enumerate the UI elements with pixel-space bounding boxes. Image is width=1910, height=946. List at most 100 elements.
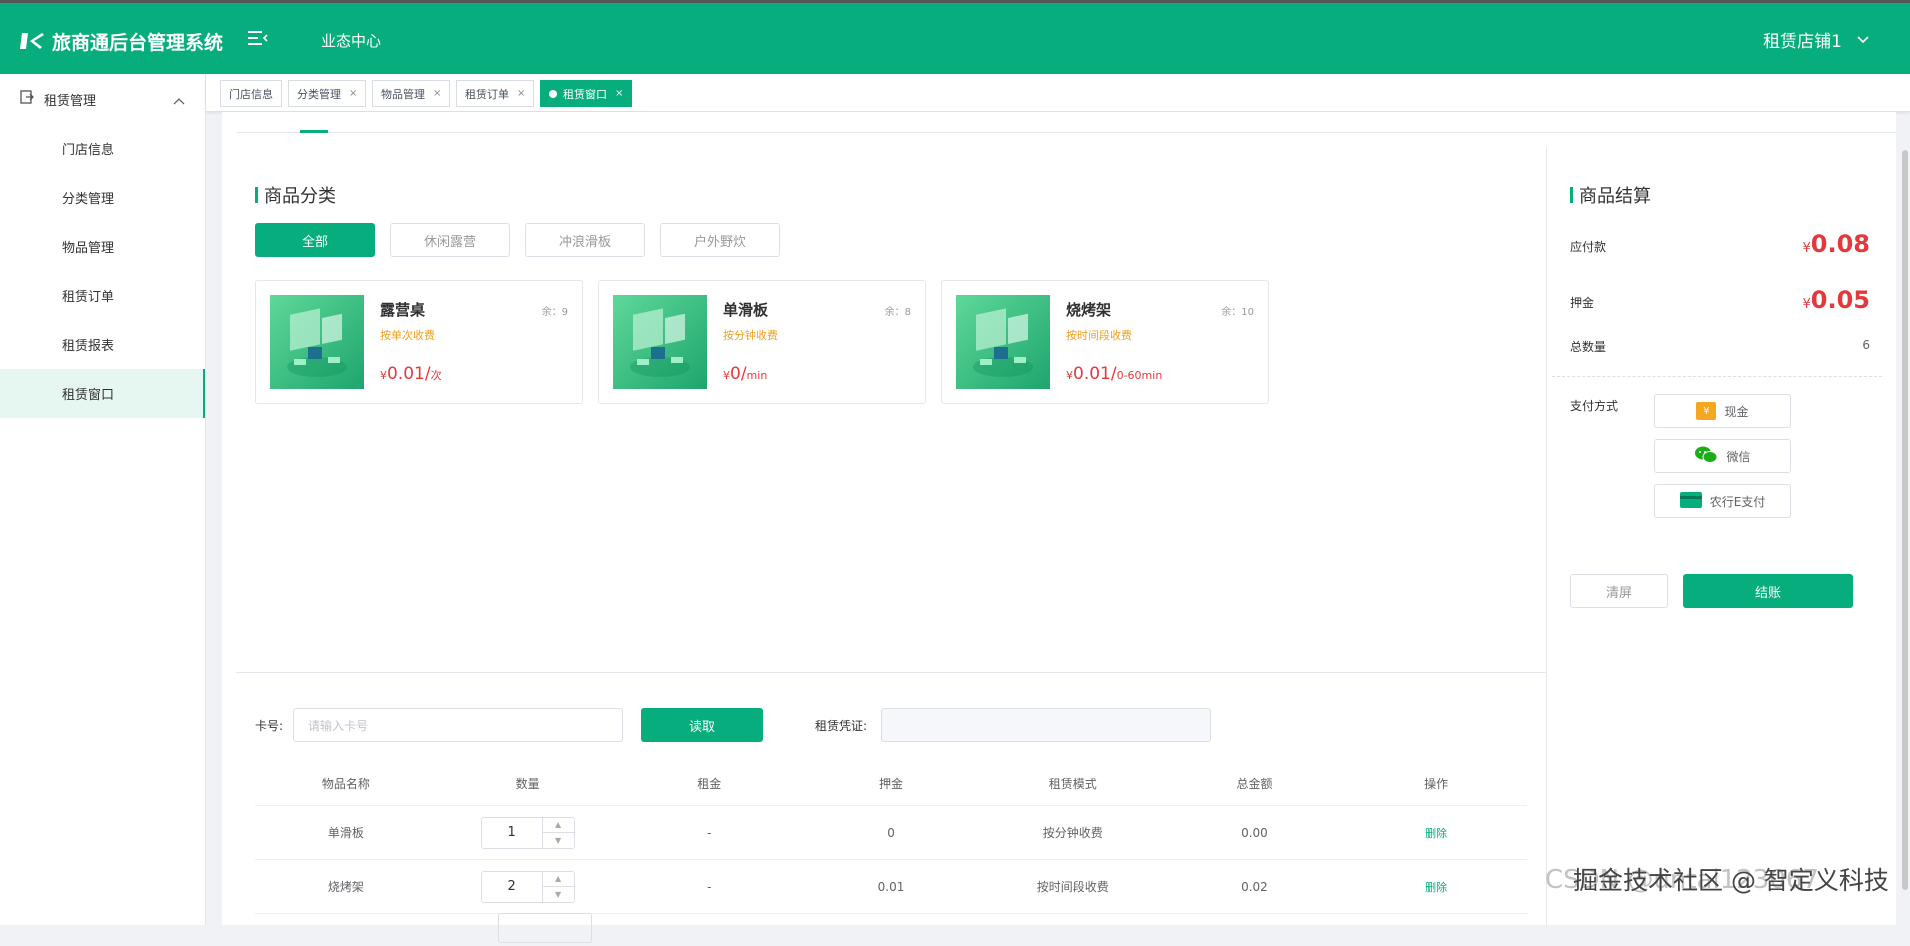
top-bar: 旅商通后台管理系统 业态中心 租赁店铺1 (0, 0, 1910, 74)
column-header: 租赁模式 (1048, 777, 1097, 791)
chevron-down-icon[interactable]: ▼ (543, 833, 574, 848)
quantity-value[interactable]: 2 (482, 872, 542, 902)
goods-mode: 按分钟收费 (723, 329, 778, 342)
rental-group-icon (20, 90, 34, 108)
sidebar-item-orders[interactable]: 租赁订单 (0, 271, 205, 320)
brand[interactable]: 旅商通后台管理系统 (20, 25, 223, 58)
cell-mode: 按时间段收费 (1036, 880, 1109, 894)
column-header: 押金 (879, 777, 904, 791)
sidebar-item-category[interactable]: 分类管理 (0, 173, 205, 222)
cash-icon: ¥ (1696, 402, 1717, 420)
category-camping-button[interactable]: 休闲露营 (390, 223, 510, 257)
close-icon[interactable]: × (517, 88, 525, 99)
table-row-partial (255, 912, 1527, 944)
top-divider-accent (300, 130, 328, 133)
content-divider (236, 672, 1546, 673)
card-number-label: 卡号: (255, 719, 284, 733)
cell-action: 删除 (1345, 825, 1527, 841)
count-label: 总数量 (1570, 340, 1607, 354)
sidebar: 租赁管理 门店信息 分类管理 物品管理 租赁订单 租赁报表 租赁窗口 (0, 74, 206, 925)
tab-goods[interactable]: 物品管理 × (372, 80, 451, 107)
goods-card[interactable]: 露营桌 余：9 按单次收费 ¥0.01/次 (255, 280, 583, 404)
pay-method-label: 微信 (1726, 449, 1751, 464)
quantity-stepper[interactable]: 1 ▲ ▼ (480, 816, 575, 849)
sidebar-item-rental-window[interactable]: 租赁窗口 (0, 369, 205, 418)
goods-card[interactable]: 单滑板 余：8 按分钟收费 ¥0/min (598, 280, 926, 404)
chevron-up-icon[interactable]: ▲ (542, 872, 574, 887)
table-row: 烧烤架 2 ▲ ▼ - 0.01 按时间段收费 0.02 删除 (255, 860, 1527, 914)
cell-rent: - (707, 825, 712, 840)
chevron-up-icon[interactable]: ▲ (542, 818, 574, 833)
close-icon[interactable]: × (433, 88, 441, 99)
payable-amount: 0.08 (1810, 230, 1870, 258)
active-dot-icon (549, 89, 557, 98)
cell-deposit: 0 (887, 825, 895, 840)
pay-cash-button[interactable]: ¥ 现金 (1654, 394, 1791, 428)
goods-stock: 余：10 (1221, 307, 1254, 318)
goods-name: 单滑板 (723, 301, 769, 319)
deposit-value: ¥0.05 (1803, 286, 1871, 314)
category-all-button[interactable]: 全部 (255, 223, 375, 257)
card-number-input[interactable]: 请输入卡号 (293, 708, 623, 742)
delete-link[interactable]: 删除 (1425, 881, 1447, 894)
tab-category[interactable]: 分类管理 × (288, 80, 367, 107)
read-card-button[interactable]: 读取 (641, 708, 763, 742)
column-header: 操作 (1424, 777, 1449, 791)
deposit-row: 押金 ¥0.05 (1570, 286, 1870, 316)
currency-symbol: ¥ (1066, 369, 1073, 382)
app-title: 旅商通后台管理系统 (52, 32, 224, 54)
voucher-label: 租赁凭证: (815, 719, 868, 733)
page-scrollbar[interactable] (1902, 150, 1908, 890)
price-unit: min (746, 369, 768, 382)
quantity-value[interactable]: 1 (482, 818, 542, 848)
goods-price: ¥0/min (723, 364, 767, 384)
goods-card[interactable]: 烧烤架 余：10 按时间段收费 ¥0.01/0-60min (941, 280, 1269, 404)
user-menu[interactable]: 租赁店铺1 (1763, 27, 1870, 52)
sidebar-item-reports[interactable]: 租赁报表 (0, 320, 205, 369)
goods-name: 露营桌 (380, 301, 426, 319)
delete-link[interactable]: 删除 (1425, 827, 1447, 840)
user-name: 租赁店铺1 (1763, 32, 1842, 52)
tab-orders[interactable]: 租赁订单 × (456, 80, 535, 107)
chevron-down-icon[interactable]: ▼ (543, 887, 574, 902)
clear-screen-button[interactable]: 清屏 (1570, 574, 1668, 608)
chevron-up-icon (173, 94, 185, 109)
tab-label: 门店信息 (229, 87, 273, 101)
category-bbq-button[interactable]: 户外野炊 (660, 223, 780, 257)
close-icon[interactable]: × (615, 88, 623, 99)
price-value: 0.01/ (387, 364, 431, 384)
brand-logo-icon (20, 25, 44, 58)
nav-business-center[interactable]: 业态中心 (321, 30, 381, 51)
goods-stock: 余：9 (541, 307, 568, 318)
tab-rental-window[interactable]: 租赁窗口 × (540, 80, 633, 107)
quantity-stepper[interactable] (497, 912, 592, 943)
menu-toggle-icon[interactable] (248, 30, 268, 50)
pay-wechat-button[interactable]: 微信 (1654, 439, 1791, 473)
sidebar-item-store-info[interactable]: 门店信息 (0, 124, 205, 173)
price-unit: 0-60min (1116, 369, 1163, 382)
sidebar-group-rental[interactable]: 租赁管理 (0, 74, 205, 124)
cell-total: 0.02 (1241, 879, 1268, 894)
checkout-button[interactable]: 结账 (1683, 574, 1853, 608)
voucher-input (881, 708, 1211, 742)
sidebar-item-goods[interactable]: 物品管理 (0, 222, 205, 271)
quantity-stepper[interactable]: 2 ▲ ▼ (480, 870, 575, 903)
deposit-label: 押金 (1570, 296, 1595, 310)
bank-card-icon (1679, 491, 1702, 511)
chevron-down-icon (1856, 30, 1870, 50)
close-icon[interactable]: × (349, 88, 357, 99)
cell-qty: 1 ▲ ▼ (437, 816, 619, 849)
pay-method-label: 现金 (1724, 404, 1749, 419)
currency-symbol: ¥ (1802, 241, 1811, 256)
column-header: 数量 (515, 777, 540, 791)
rental-table: 物品名称 数量 租金 押金 租赁模式 总金额 操作 单滑板 1 ▲ ▼ - 0 按… (255, 762, 1527, 944)
tab-store-info[interactable]: 门店信息 (220, 80, 282, 107)
payable-label: 应付款 (1570, 240, 1607, 254)
watermark: CSDN @untal123067 掘金技术社区 @ 智定义科技 (1545, 865, 1889, 895)
pay-abc-epay-button[interactable]: 农行E支付 (1654, 484, 1791, 518)
goods-image (613, 295, 707, 389)
category-surf-button[interactable]: 冲浪滑板 (525, 223, 645, 257)
table-row: 单滑板 1 ▲ ▼ - 0 按分钟收费 0.00 删除 (255, 806, 1527, 860)
payable-value: ¥0.08 (1803, 230, 1871, 258)
top-divider (236, 132, 1896, 133)
